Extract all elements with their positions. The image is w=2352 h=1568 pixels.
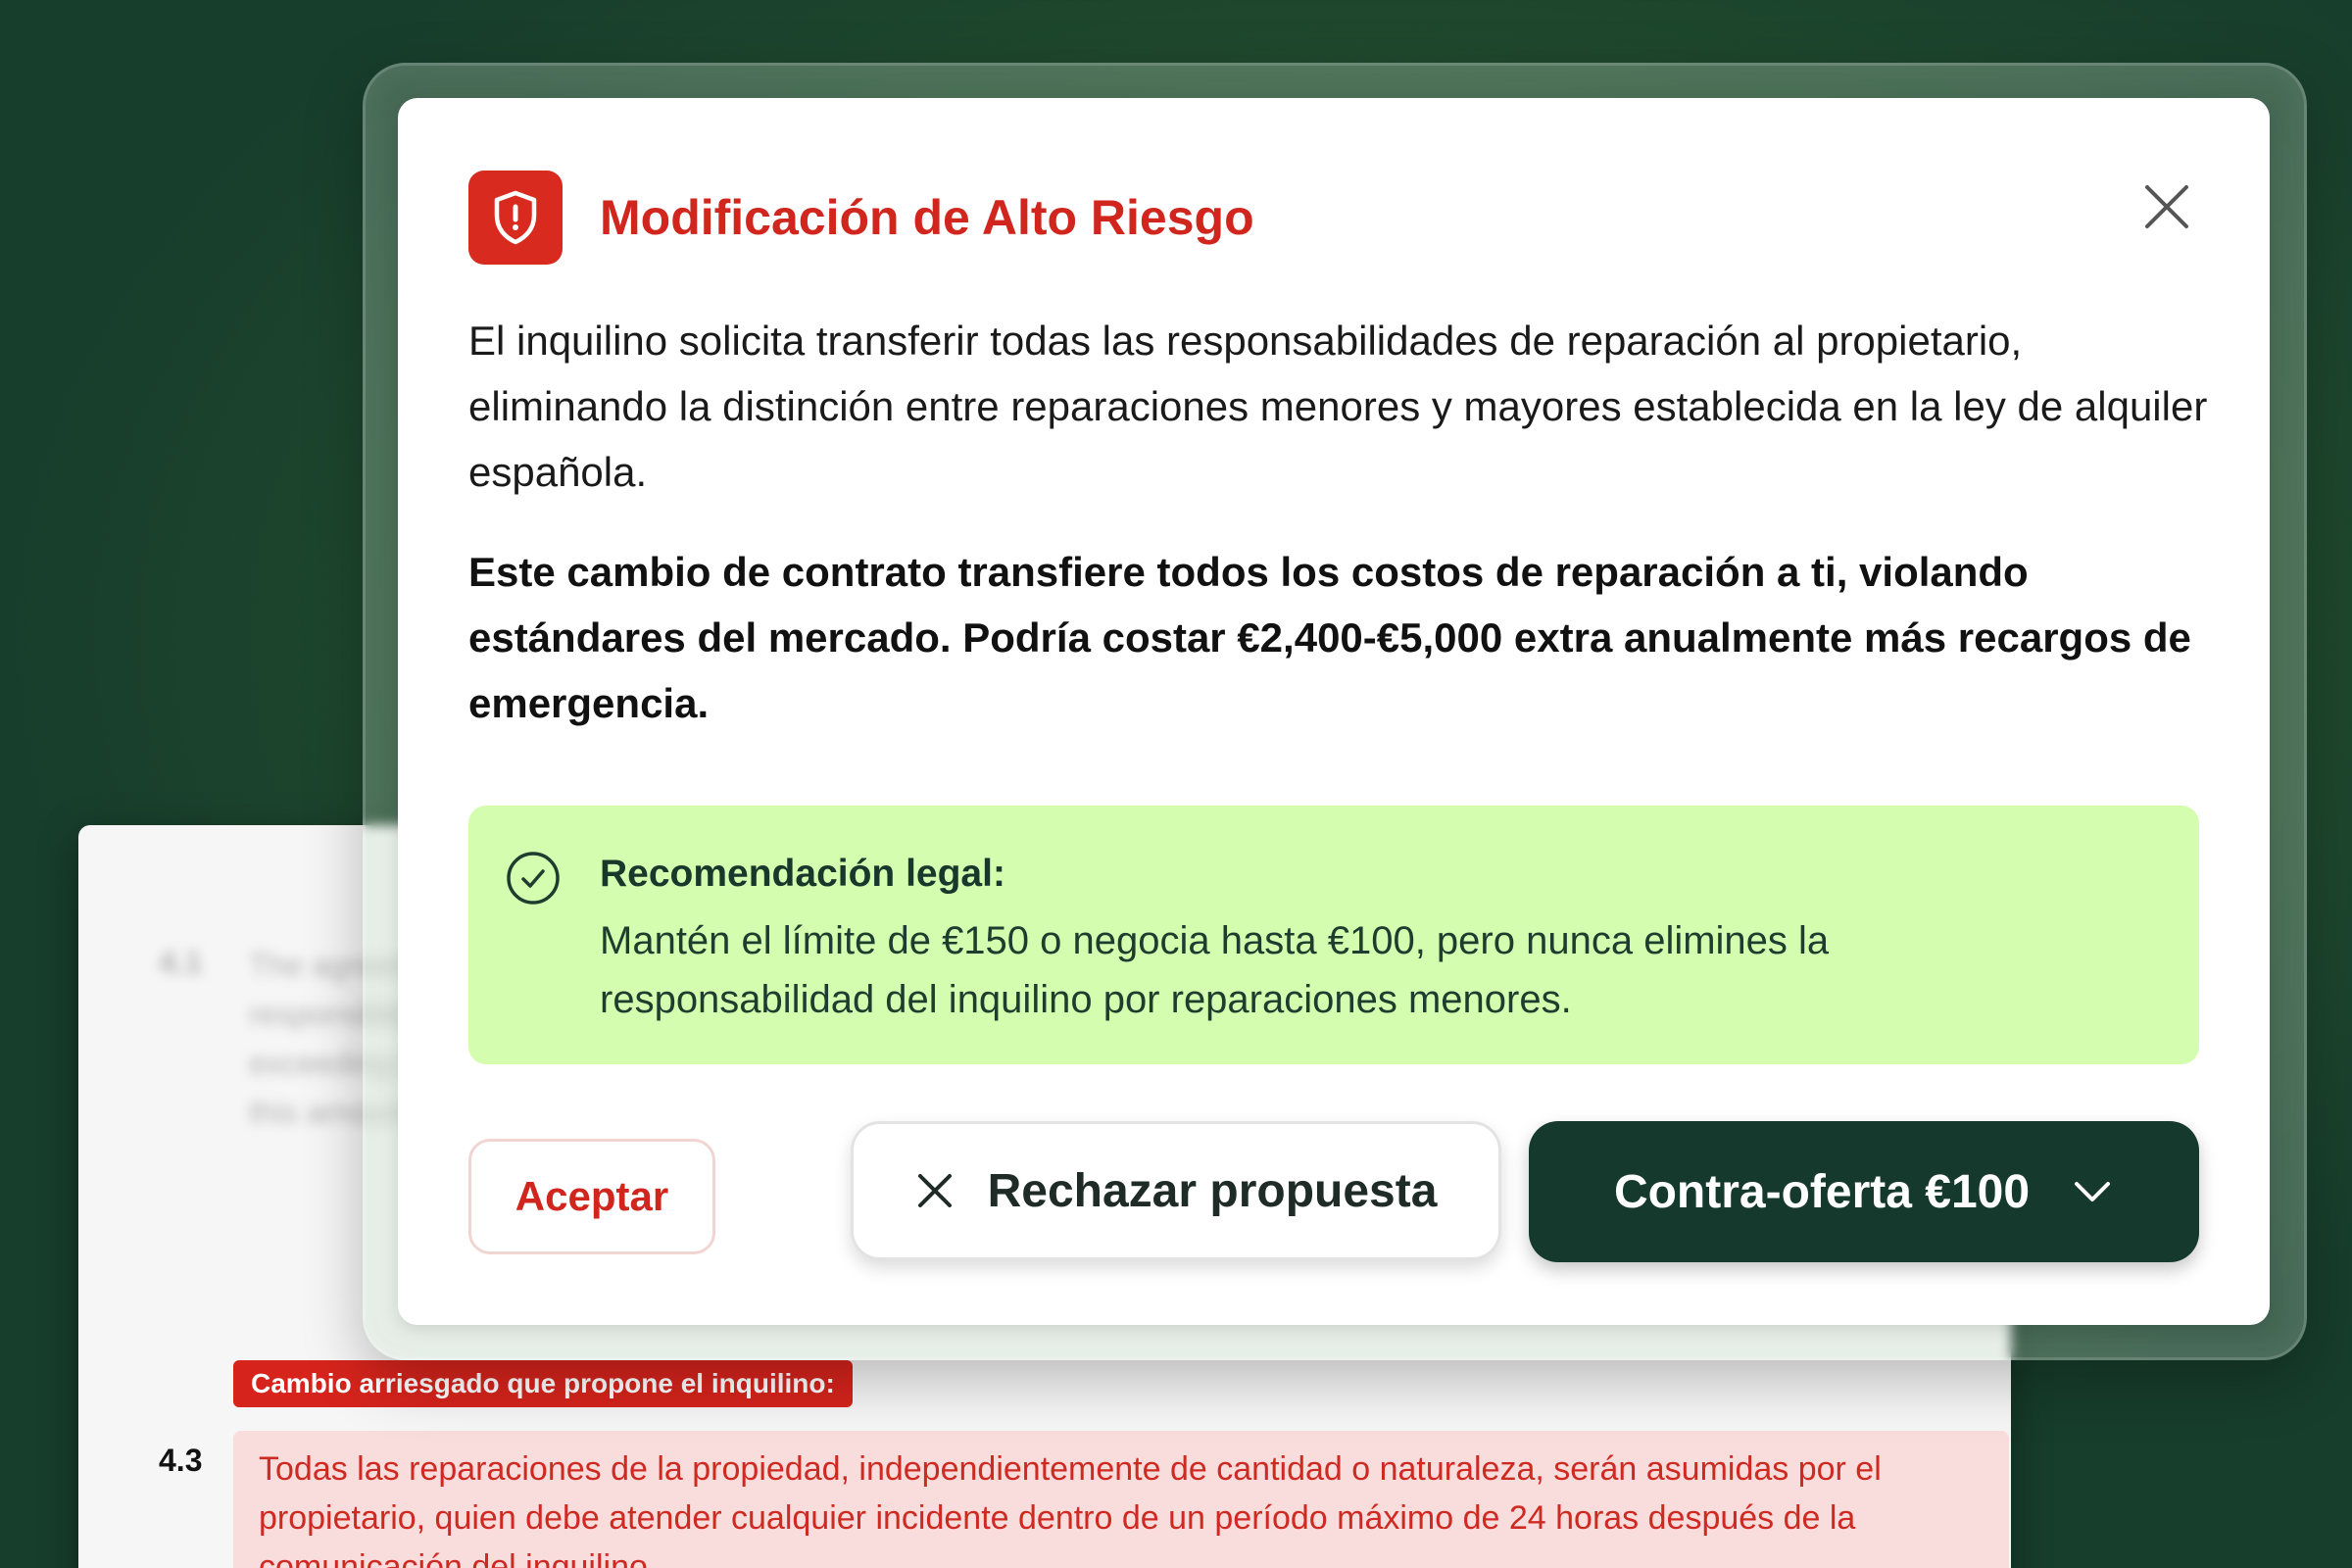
clause-number: 4.1 — [159, 945, 203, 980]
check-circle-icon — [507, 852, 560, 905]
modal-header: Modificación de Alto Riesgo — [468, 171, 1254, 265]
close-button[interactable] — [2132, 172, 2201, 241]
modal-warning: Este cambio de contrato transfiere todos… — [468, 549, 2191, 726]
risk-clause-box: Todas las reparaciones de la propiedad, … — [233, 1431, 2009, 1568]
risk-clause-text: Todas las reparaciones de la propiedad, … — [259, 1450, 1882, 1568]
counter-offer-label: Contra-oferta €100 — [1613, 1165, 2031, 1218]
risk-modal: Modificación de Alto Riesgo El inquilino… — [398, 98, 2270, 1325]
recommendation-text: Mantén el límite de €150 o negocia hasta… — [600, 919, 1830, 1021]
chevron-down-icon — [2071, 1170, 2114, 1213]
risk-tag: Cambio arriesgado que propone el inquili… — [233, 1360, 853, 1407]
counter-offer-button[interactable]: Contra-oferta €100 — [1529, 1121, 2199, 1262]
modal-title: Modificación de Alto Riesgo — [600, 190, 1254, 245]
accept-button[interactable]: Aceptar — [468, 1139, 715, 1254]
risk-clause-number: 4.3 — [159, 1443, 203, 1478]
shield-alert-icon — [468, 171, 563, 265]
modal-description: El inquilino solicita transferir todas l… — [468, 318, 2208, 495]
close-icon — [2145, 185, 2188, 228]
reject-proposal-button[interactable]: Rechazar propuesta — [851, 1121, 1501, 1260]
legal-recommendation: Recomendación legal: Mantén el límite de… — [468, 806, 2199, 1064]
reject-proposal-label: Rechazar propuesta — [987, 1164, 1438, 1217]
x-icon — [917, 1174, 952, 1207]
recommendation-title: Recomendación legal: — [600, 853, 1005, 895]
